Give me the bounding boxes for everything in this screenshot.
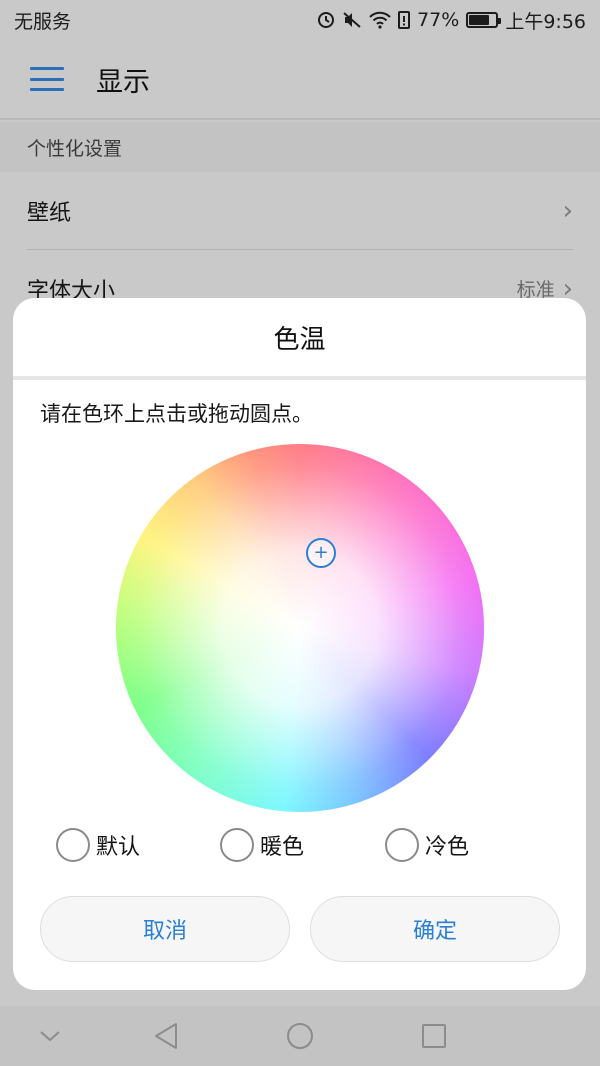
section-header: 个性化设置: [0, 122, 600, 172]
option-label: 暖色: [260, 835, 305, 860]
confirm-button[interactable]: 确定: [310, 896, 560, 962]
color-picker-handle[interactable]: +: [306, 538, 336, 568]
wifi-icon: [369, 11, 391, 29]
radio-warm[interactable]: [220, 828, 254, 862]
color-temperature-dialog: 色温 请在色环上点击或拖动圆点。 + 默认 暖色 冷色 取消 确定: [13, 298, 586, 990]
color-wheel[interactable]: [116, 444, 484, 812]
dialog-buttons: 取消 确定: [40, 896, 560, 962]
carrier-status: 无服务: [14, 10, 72, 33]
battery-level: [469, 15, 490, 25]
navigation-bar: [0, 1006, 600, 1066]
settings-item-wallpaper[interactable]: 壁纸 ›: [27, 172, 573, 250]
radio-cool[interactable]: [385, 828, 419, 862]
chevron-right-icon: ›: [562, 195, 573, 226]
radio-default[interactable]: [56, 828, 90, 862]
mute-icon: [342, 11, 362, 29]
dialog-title: 色温: [13, 298, 586, 380]
battery-percent: 77%: [417, 9, 460, 31]
option-label: 冷色: [425, 835, 470, 860]
hide-icon[interactable]: [34, 1020, 66, 1052]
recents-icon[interactable]: [418, 1020, 450, 1052]
settings-item-label: 壁纸: [27, 200, 72, 226]
option-warm[interactable]: 暖色: [220, 828, 304, 862]
battery-icon: [466, 12, 502, 28]
preset-options: 默认 暖色 冷色: [13, 828, 586, 872]
sim-alert-icon: [398, 11, 411, 29]
status-icons: 77% 上午9:56: [317, 7, 586, 34]
hamburger-menu-icon[interactable]: [30, 67, 64, 91]
alarm-icon: [317, 11, 335, 29]
clock: 上午9:56: [505, 10, 586, 33]
option-cool[interactable]: 冷色: [385, 828, 469, 862]
status-bar: 无服务 77% 上午9:56: [0, 0, 600, 40]
app-bar: 显示: [0, 40, 600, 120]
page-title: 显示: [96, 66, 150, 98]
dialog-message: 请在色环上点击或拖动圆点。: [40, 402, 313, 426]
color-wheel-container: +: [116, 444, 484, 812]
option-label: 默认: [96, 835, 141, 860]
back-icon[interactable]: [150, 1020, 182, 1052]
option-default[interactable]: 默认: [56, 828, 140, 862]
cancel-button[interactable]: 取消: [40, 896, 290, 962]
home-icon[interactable]: [284, 1020, 316, 1052]
